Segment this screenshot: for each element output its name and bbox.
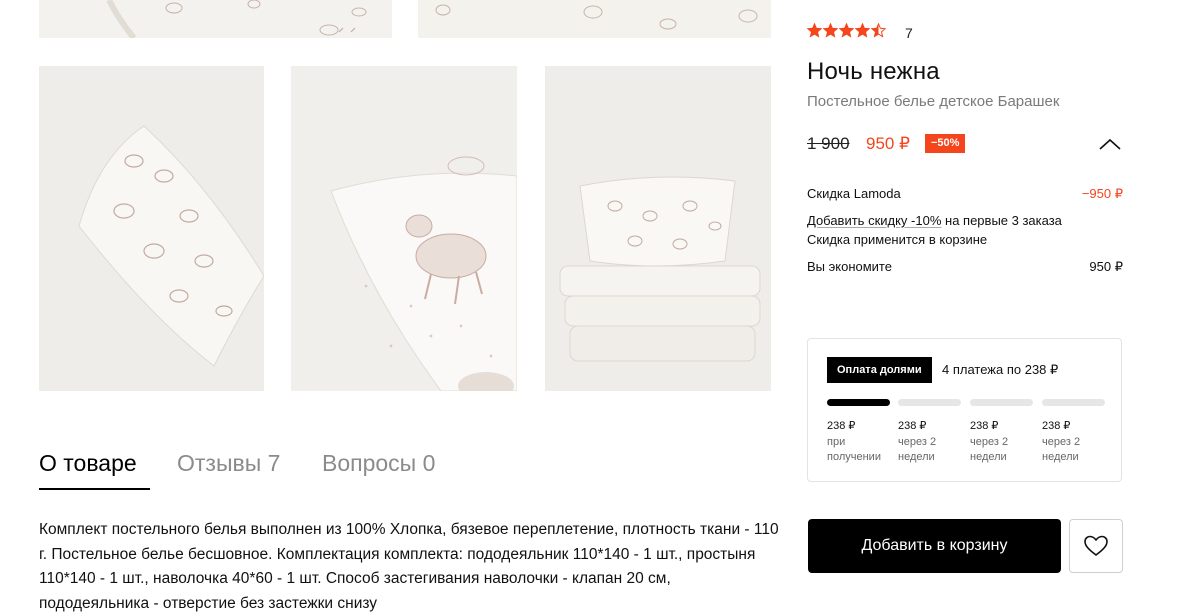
installment-amount: 238 ₽ (898, 420, 927, 432)
star-icon (839, 23, 854, 38)
installments-summary: 4 платежа по 238 ₽ (942, 362, 1059, 377)
star-icon (823, 23, 838, 38)
installments-badge: Оплата долями (827, 357, 932, 383)
rating-stars[interactable] (807, 23, 886, 38)
photo-pillow-angled[interactable] (39, 66, 264, 391)
photo-pillow-closeup-lamb[interactable] (291, 66, 517, 391)
rating-count[interactable]: 7 (905, 25, 913, 41)
photo-bedding-stack[interactable] (545, 66, 771, 391)
installment-amount: 238 ₽ (970, 420, 999, 432)
add-discount-link[interactable]: Добавить скидку -10% (807, 213, 941, 228)
active-tab-underline (39, 488, 150, 490)
star-icon (807, 23, 822, 38)
installment-bar (898, 399, 961, 406)
heart-icon (1084, 535, 1108, 556)
add-discount-row: Добавить скидку -10% на первые 3 заказа (807, 213, 1123, 228)
tab-about[interactable]: О товаре (39, 450, 137, 477)
installment-note: через 2 недели (898, 436, 937, 463)
installments-widget[interactable]: Оплата долями 4 платежа по 238 ₽ 238 ₽ п… (807, 338, 1122, 482)
tab-questions[interactable]: Вопросы 0 (322, 450, 435, 477)
lamoda-discount-label: Скидка Lamoda (807, 186, 901, 201)
installment-bar (1042, 399, 1105, 406)
installment-bar (827, 399, 890, 406)
discount-badge: −50% (925, 134, 966, 153)
lamoda-discount-value: −950 ₽ (1081, 186, 1123, 201)
installment-note: при получении (827, 436, 881, 463)
installment-amount: 238 ₽ (1042, 420, 1071, 432)
price-old: 1 900 (807, 134, 850, 153)
brand-name[interactable]: Ночь нежна (807, 58, 940, 86)
price-new: 950 ₽ (866, 134, 910, 153)
star-icon (855, 23, 870, 38)
product-description: Комплект постельного белья выполнен из 1… (39, 521, 779, 612)
tab-reviews[interactable]: Отзывы 7 (177, 450, 280, 477)
savings-label: Вы экономите (807, 259, 892, 274)
add-discount-rest: на первые 3 заказа (941, 213, 1062, 228)
chevron-up-icon[interactable] (1098, 137, 1122, 151)
installment-note: через 2 недели (970, 436, 1009, 463)
installment-note: через 2 недели (1042, 436, 1081, 463)
lamoda-discount-row: Скидка Lamoda −950 ₽ (807, 186, 1123, 201)
savings-value: 950 ₽ (1089, 259, 1123, 274)
star-icon (871, 23, 886, 38)
savings-row: Вы экономите 950 ₽ (807, 259, 1123, 274)
discount-applied-note: Скидка применится в корзине (807, 232, 988, 247)
installment-bar (970, 399, 1033, 406)
installment-amount: 238 ₽ (827, 420, 856, 432)
add-to-cart-button[interactable]: Добавить в корзину (808, 519, 1061, 573)
product-name: Постельное белье детское Барашек (807, 93, 1060, 110)
photo-top-right-partial[interactable] (418, 0, 771, 38)
photo-top-left-partial[interactable] (39, 0, 392, 38)
favorite-button[interactable] (1069, 519, 1123, 573)
